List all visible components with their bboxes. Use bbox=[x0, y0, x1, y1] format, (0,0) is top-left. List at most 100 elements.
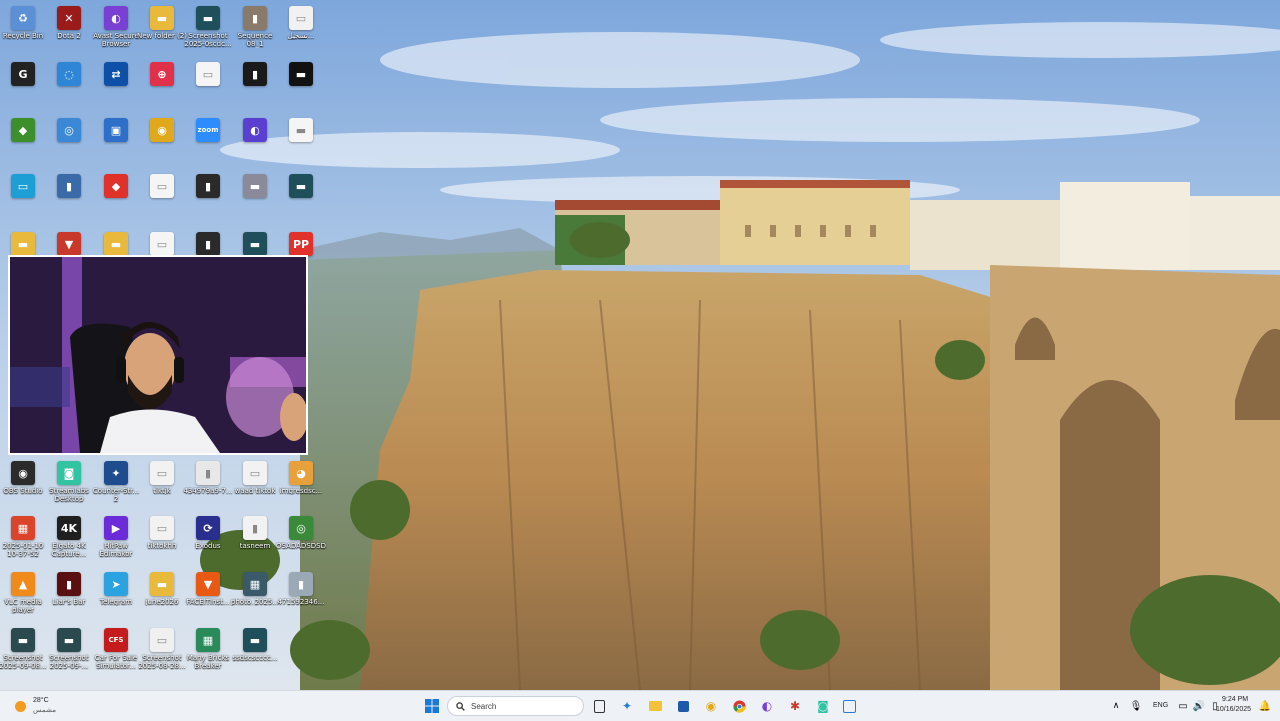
desktop-icon[interactable]: ✕ Dota 2 bbox=[46, 2, 92, 58]
webcam-feed bbox=[10, 257, 306, 453]
show-hidden-icons-button[interactable]: ∧ bbox=[1106, 695, 1126, 717]
desktop-icon[interactable]: ▮ bbox=[232, 58, 278, 114]
desktop-icon[interactable]: ▶ HitPaw Edimakor bbox=[93, 512, 139, 568]
desktop-icon[interactable]: ◙ Streamlabs Desktop bbox=[46, 457, 92, 513]
taskbar-app-button[interactable]: ◉ bbox=[700, 695, 722, 717]
desktop-icon-label: june2026 bbox=[145, 598, 179, 606]
desktop-icon[interactable]: ▭ tiktokhh bbox=[139, 512, 185, 568]
desktop-icon[interactable]: ◌ bbox=[46, 58, 92, 114]
desktop-icon[interactable]: ▮ Sequence 08_1 bbox=[232, 2, 278, 58]
desktop-icon[interactable]: ⊕ bbox=[139, 58, 185, 114]
anydesk-icon: ◆ bbox=[104, 174, 128, 198]
desktop-icon[interactable]: ▮ bbox=[46, 170, 92, 226]
search-box[interactable]: Search bbox=[447, 696, 584, 716]
desktop-icon[interactable]: ◐ Avast Secure Browser bbox=[93, 2, 139, 58]
image-file-icon: ▬ bbox=[243, 174, 267, 198]
desktop-icon[interactable]: ▬ ssdscscccc... bbox=[232, 624, 278, 680]
weather-icon[interactable] bbox=[10, 696, 30, 716]
app-icon: ◐ bbox=[243, 118, 267, 142]
desktop-icon[interactable]: ▮ bbox=[185, 170, 231, 226]
desktop-icon[interactable]: G bbox=[0, 58, 46, 114]
desktop-icon[interactable]: ▬ bbox=[278, 170, 324, 226]
chrome-button[interactable] bbox=[728, 695, 750, 717]
desktop-icon[interactable]: ◐ bbox=[232, 114, 278, 170]
desktop-icon[interactable]: ◕ imgresdsc... bbox=[278, 457, 324, 513]
desktop-icon[interactable]: ▣ bbox=[93, 114, 139, 170]
language-indicator[interactable]: ENG bbox=[1153, 702, 1168, 709]
desktop-icon[interactable]: ▭ Screenshot 2025-08-28... bbox=[138, 624, 186, 680]
desktop-icon[interactable]: ▭ bbox=[139, 170, 185, 226]
desktop-icon[interactable]: ▭ tiktjk bbox=[139, 457, 185, 513]
desktop-icon[interactable]: ◆ bbox=[0, 114, 46, 170]
desktop-icon[interactable]: ▬ bbox=[232, 170, 278, 226]
desktop-icon[interactable]: ▭ bbox=[185, 58, 231, 114]
start-button[interactable] bbox=[421, 695, 443, 717]
desktop-icon-label: Liar's Bar bbox=[52, 598, 86, 606]
clock-time[interactable]: 9:24 PM bbox=[1222, 696, 1248, 703]
desktop-icon[interactable]: 4K Elgato 4K Capture... bbox=[46, 512, 92, 568]
image-file-icon: ▬ bbox=[243, 232, 267, 256]
desktop-icon[interactable]: ▭ تسجيل... bbox=[278, 2, 324, 58]
streamlabs-button[interactable]: ◙ bbox=[812, 695, 834, 717]
desktop-icon[interactable]: ▮ 471592346... bbox=[278, 568, 324, 624]
desktop-icon[interactable]: ✦ Counter-Str... 2 bbox=[93, 457, 139, 513]
desktop-icon[interactable]: ⟳ Exodus bbox=[185, 512, 231, 568]
desktop-icon[interactable]: ◎ bbox=[46, 114, 92, 170]
desktop-icon[interactable]: zoom bbox=[185, 114, 231, 170]
desktop-icon[interactable]: ▦ photo_2025... bbox=[231, 568, 279, 624]
browser-button[interactable]: ◐ bbox=[756, 695, 778, 717]
folder-icon: ▬ bbox=[150, 572, 174, 596]
desktop-icon[interactable]: ◎ OSADADSDSD bbox=[276, 512, 326, 568]
desktop-icon[interactable]: ◆ bbox=[93, 170, 139, 226]
notifications-button[interactable]: 🔔 bbox=[1256, 695, 1274, 717]
document-icon: ▭ bbox=[150, 174, 174, 198]
desktop-icon[interactable]: ▲ VLC media player bbox=[0, 568, 46, 624]
monitor-icon: ▭ bbox=[11, 174, 35, 198]
faceit-icon: ▼ bbox=[196, 572, 220, 596]
desktop-icon[interactable]: ➤ Telegram bbox=[93, 568, 139, 624]
desktop-icon[interactable]: ▬ june2026 bbox=[139, 568, 185, 624]
copilot-button[interactable]: ✦ bbox=[616, 695, 638, 717]
clock-date[interactable]: 10/16/2025 bbox=[1216, 706, 1251, 713]
desktop[interactable]: ♻ Recycle Bin ✕ Dota 2 ◐ Avast Secure Browser… bbox=[0, 0, 1280, 690]
desktop-icon[interactable]: ▬ New folder (2) bbox=[137, 2, 187, 58]
desktop-icon-label: tiktokhh bbox=[147, 542, 177, 550]
desktop-icon[interactable]: ◉ OBS Studio bbox=[0, 457, 46, 513]
desktop-icon[interactable]: ▭ waad tiktok bbox=[232, 457, 278, 513]
taskbar-app-button[interactable] bbox=[672, 695, 694, 717]
webcam-overlay bbox=[8, 255, 308, 455]
taskbar-app-button[interactable]: ✱ bbox=[784, 695, 806, 717]
desktop-icon[interactable]: ▦ Many Bricks Breaker bbox=[185, 624, 231, 680]
desktop-icon[interactable]: ▬ bbox=[278, 58, 324, 114]
taskbar: 28°C مشمس Search ✦ ◉ ◐ ✱ ◙ ∧ 🎙 ENG ▭ 🔊 ▯… bbox=[0, 690, 1280, 721]
video-file-icon: ▦ bbox=[11, 516, 35, 540]
dota-icon: ✕ bbox=[57, 6, 81, 30]
task-view-button[interactable] bbox=[588, 695, 610, 717]
desktop-icon-label: Exodus bbox=[195, 542, 221, 550]
zoom-icon: zoom bbox=[196, 118, 220, 142]
desktop-icon[interactable]: ▭ bbox=[0, 170, 46, 226]
desktop-icon-label: OSADADSDSD bbox=[276, 542, 326, 550]
desktop-icon[interactable]: ♻ Recycle Bin bbox=[0, 2, 46, 58]
search-icon bbox=[456, 701, 465, 711]
desktop-icon[interactable]: ◉ bbox=[139, 114, 185, 170]
desktop-icon[interactable]: ▮ tasneem bbox=[232, 512, 278, 568]
desktop-icon[interactable]: ▼ FACEITInst... bbox=[185, 568, 231, 624]
game-icon: ▮ bbox=[57, 572, 81, 596]
taskbar-app-button[interactable] bbox=[838, 695, 860, 717]
desktop-icon[interactable]: ▦ 2025-01-10 10-37-52 bbox=[0, 512, 46, 568]
file-explorer-button[interactable] bbox=[644, 695, 666, 717]
desktop-icon[interactable]: ▬ Screenshot 2025-09-08... bbox=[0, 624, 47, 680]
microphone-button[interactable]: 🎙 bbox=[1126, 695, 1146, 717]
desktop-icon-label: HitPaw Edimakor bbox=[99, 542, 133, 558]
desktop-icon[interactable]: ▬ Screenshot 2025-09-... bbox=[46, 624, 92, 680]
desktop-icon[interactable]: ▮ Liar's Bar bbox=[46, 568, 92, 624]
desktop-icon[interactable]: ▬ Screenshot 2025-0scdc... bbox=[184, 2, 232, 58]
desktop-icon[interactable]: ⇄ bbox=[93, 58, 139, 114]
desktop-icon-label: ssdscscccc... bbox=[232, 654, 278, 662]
weather-temperature: 28°C bbox=[33, 697, 49, 704]
desktop-icon[interactable]: ▮ 434979a9-7... bbox=[183, 457, 233, 513]
document-icon: ▬ bbox=[289, 62, 313, 86]
desktop-icon[interactable]: CFS Car For Sale Simulator... bbox=[93, 624, 139, 680]
desktop-icon[interactable]: ▬ bbox=[278, 114, 324, 170]
